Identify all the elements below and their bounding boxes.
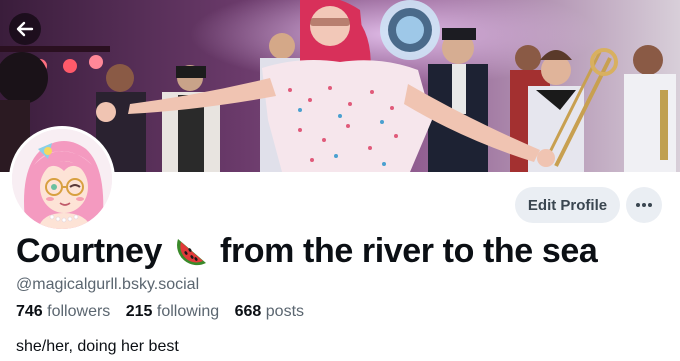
back-button[interactable]: [9, 13, 41, 45]
display-name-suffix: from the river to the sea: [220, 231, 598, 270]
edit-profile-button[interactable]: Edit Profile: [515, 187, 620, 223]
avatar[interactable]: [9, 126, 115, 232]
posts-label: posts: [265, 303, 305, 320]
posts-count: 668: [234, 303, 262, 320]
display-name: Courtney from the river to the sea: [16, 231, 598, 271]
watermelon-icon: [177, 239, 207, 266]
followers-link[interactable]: 746 followers: [16, 303, 110, 320]
profile-bio: she/her, doing her best: [16, 338, 179, 355]
following-count: 215: [125, 303, 153, 320]
profile-stats: 746 followers 215 following 668 posts: [16, 303, 315, 321]
followers-count: 746: [16, 303, 43, 320]
following-label: following: [156, 303, 220, 320]
following-link[interactable]: 215 following: [126, 303, 219, 320]
ellipsis-icon: [636, 203, 652, 207]
arrow-left-icon: [16, 21, 34, 37]
display-name-prefix: Courtney: [16, 231, 163, 270]
user-handle: @magicalgurll.bsky.social: [16, 276, 200, 293]
more-options-button[interactable]: [626, 187, 662, 223]
posts-stat: 668 posts: [235, 303, 304, 320]
followers-label: followers: [47, 303, 111, 320]
